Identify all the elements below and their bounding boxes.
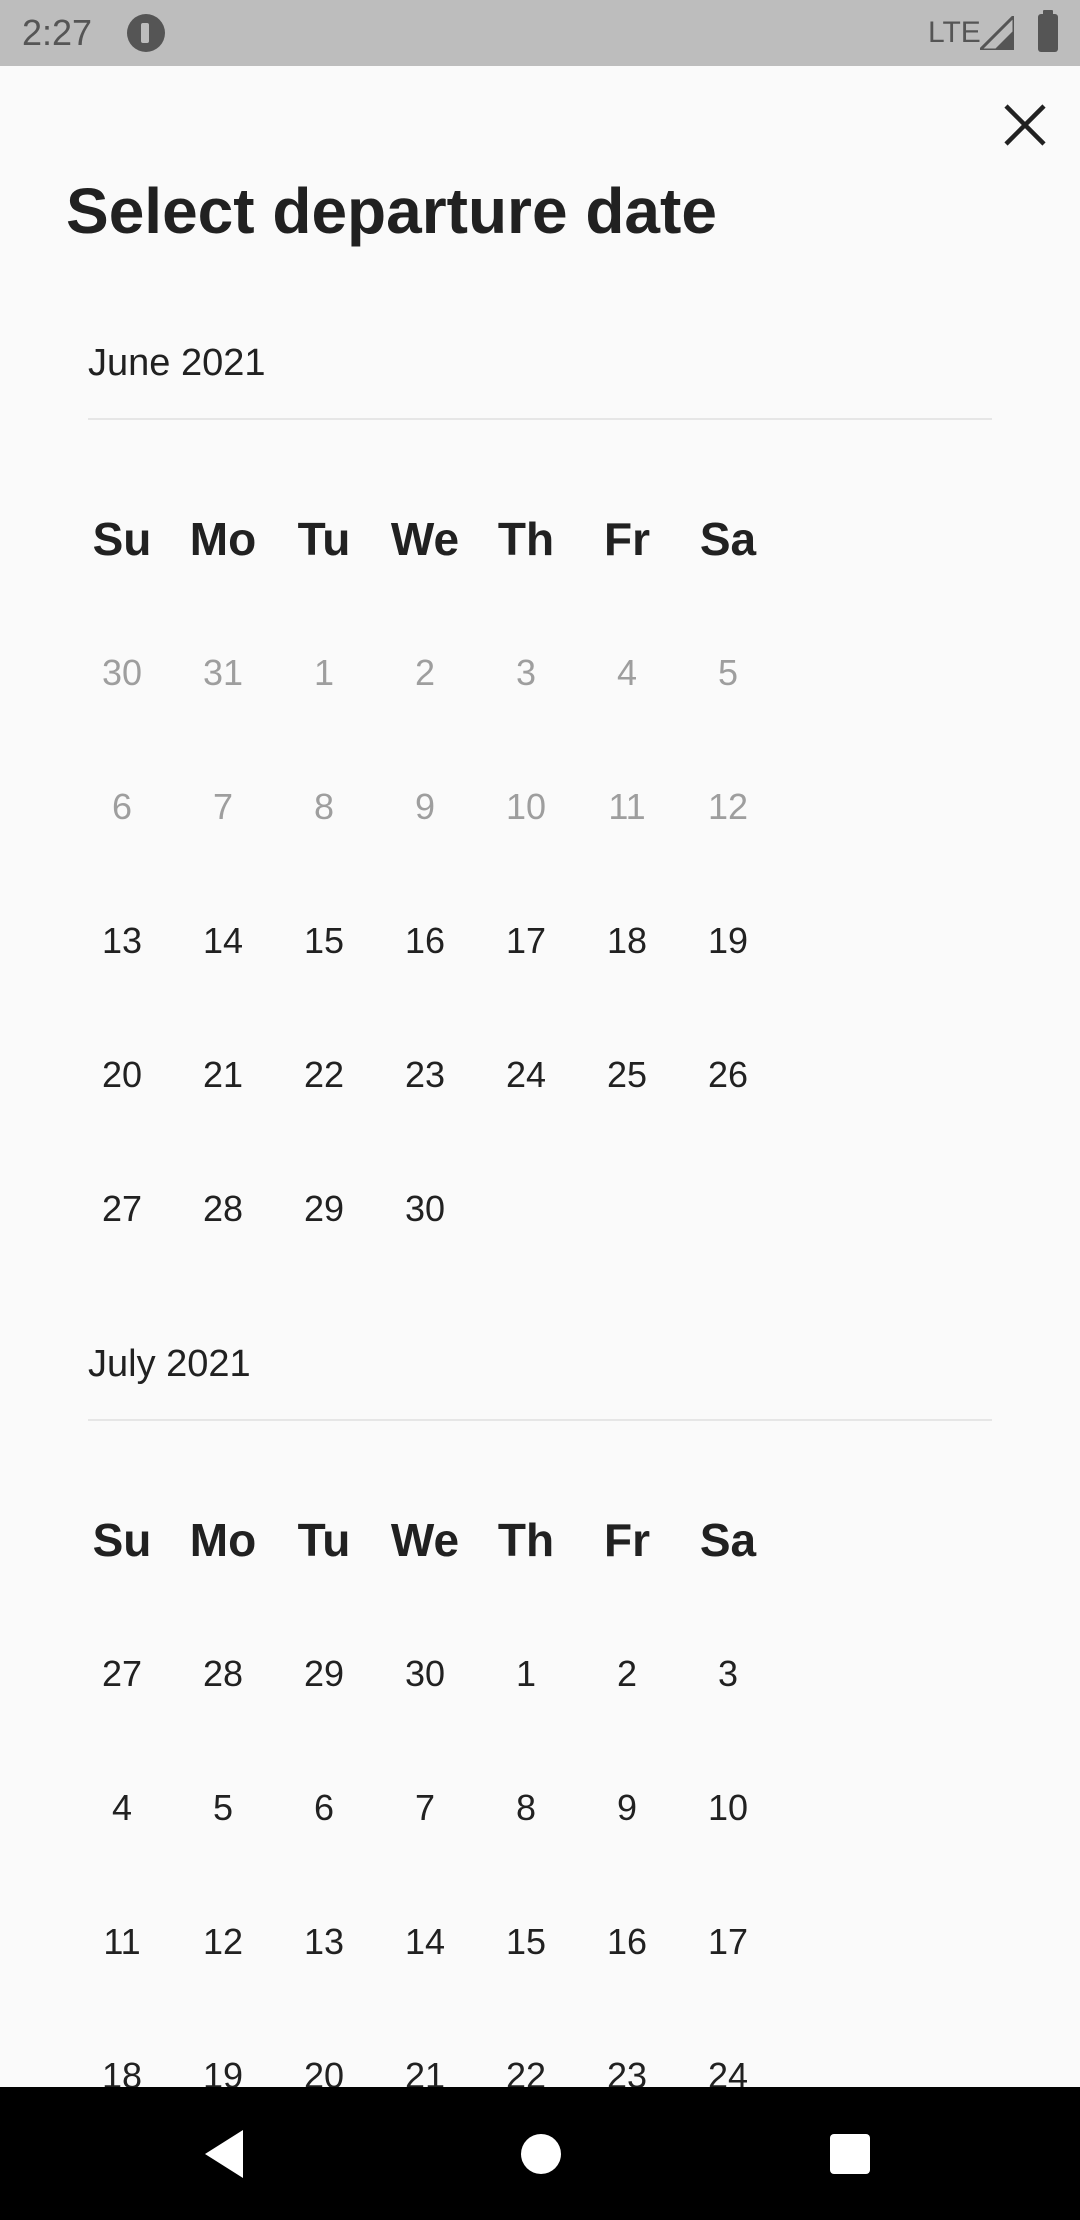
status-bar: 2:27 LTE	[0, 0, 1080, 66]
recents-icon	[829, 2133, 870, 2174]
week-row: 6 7 8 9 10 11 12	[88, 740, 1026, 874]
weekday-header-row: Su Mo Tu We Th Fr Sa	[88, 1473, 1026, 1607]
month-divider	[88, 1419, 992, 1421]
home-button[interactable]	[474, 2087, 607, 2220]
month-label: June 2021	[88, 342, 266, 384]
day-cell[interactable]: 17	[661, 1875, 795, 2009]
day-cell[interactable]: 3	[661, 1607, 795, 1741]
month-divider	[88, 418, 992, 420]
network-type: LTE	[928, 16, 981, 49]
app-notification-icon	[127, 14, 165, 52]
recents-button[interactable]	[783, 2087, 916, 2220]
home-icon	[520, 2133, 561, 2174]
month-june-2021: June 2021 Su Mo Tu We Th Fr Sa 30 31 1 2 3 4 5 6 7 8 9 10…	[88, 338, 992, 1229]
status-time: 2:27	[22, 12, 93, 53]
weekday-label: Sa	[699, 1514, 757, 1566]
close-button[interactable]	[990, 90, 1060, 160]
weekday-label: Sa	[699, 513, 757, 565]
month-july-2021: July 2021 Su Mo Tu We Th Fr Sa 27 28 29 30 1 2 3 4 5 6 7…	[88, 1339, 992, 2096]
page-title: Select departure date	[66, 175, 717, 247]
week-row: 4 5 6 7 8 9 10	[88, 1741, 1026, 1875]
close-icon	[1004, 104, 1046, 146]
week-row: 27 28 29 30 1 2 3	[88, 1607, 1026, 1741]
navigation-bar	[0, 2087, 1080, 2220]
calendar-grid: Su Mo Tu We Th Fr Sa 27 28 29 30 1 2 3 4 5 6 7 8 9 10 11 12 13…	[88, 1473, 1026, 2143]
calendar-grid: Su Mo Tu We Th Fr Sa 30 31 1 2 3 4 5 6 7 8 9 10 11 12 13 14 15…	[88, 472, 1026, 1276]
day-cell[interactable]: 26	[661, 1008, 795, 1142]
back-button[interactable]	[160, 2087, 293, 2220]
day-cell-disabled: 5	[717, 652, 739, 693]
day-cell[interactable]: 10	[661, 1741, 795, 1875]
weekday-header-row: Su Mo Tu We Th Fr Sa	[88, 472, 1026, 606]
back-icon	[204, 2129, 243, 2178]
week-row: 30 31 1 2 3 4 5	[88, 606, 1026, 740]
week-row: 27 28 29 30	[88, 1142, 1026, 1276]
week-row: 11 12 13 14 15 16 17	[88, 1875, 1026, 2009]
week-row: 13 14 15 16 17 18 19	[88, 874, 1026, 1008]
signal-icon	[976, 12, 1016, 52]
day-cell-disabled: 12	[707, 786, 749, 827]
battery-icon	[1038, 10, 1058, 52]
week-row: 20 21 22 23 24 25 26	[88, 1008, 1026, 1142]
date-picker-screen: 2:27 LTE Select departure date June 2021…	[0, 0, 1080, 2220]
empty-day-cell	[661, 1142, 795, 1276]
day-cell[interactable]: 19	[661, 874, 795, 1008]
month-label: July 2021	[88, 1343, 251, 1385]
